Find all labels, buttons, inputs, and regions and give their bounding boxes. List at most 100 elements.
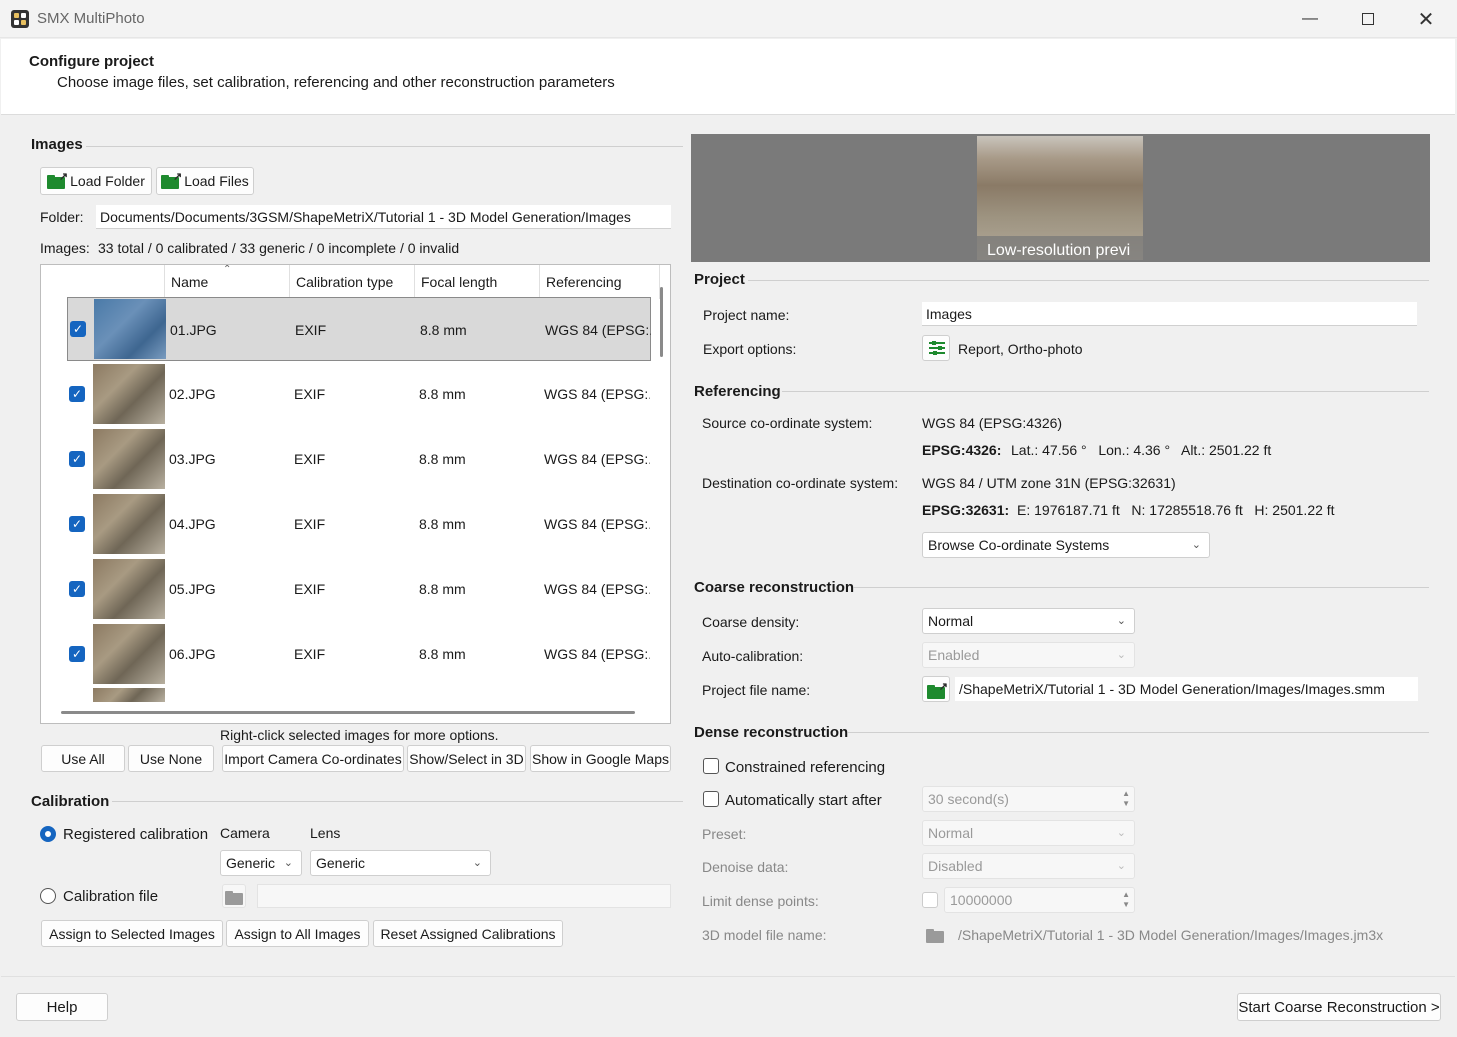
column-header-select[interactable] [41, 265, 165, 299]
calibration-file-browse-button[interactable] [222, 884, 246, 908]
vertical-scrollbar[interactable] [660, 287, 663, 357]
constrained-referencing-label: Constrained referencing [725, 759, 886, 776]
lens-select[interactable]: Generic ⌄ [310, 850, 491, 876]
project-section-title: Project [694, 271, 745, 288]
images-count-label: Images: [40, 240, 90, 256]
show-google-maps-button[interactable]: Show in Google Maps [530, 745, 671, 772]
source-coordinates: Lat.: 47.56 ° Lon.: 4.36 ° Alt.: 2501.22… [1011, 442, 1272, 458]
preset-label: Preset: [702, 826, 747, 842]
calibration-file-radio[interactable] [40, 888, 56, 904]
horizontal-scrollbar[interactable] [61, 711, 635, 714]
table-row[interactable]: ✓ 04.JPG EXIF 8.8 mm WGS 84 (EPSG:... [67, 492, 651, 556]
row-focal: 8.8 mm [419, 386, 466, 402]
sliders-icon [929, 341, 945, 355]
image-thumbnail [93, 688, 165, 702]
folder-label: Folder: [40, 209, 84, 225]
project-file-name-field[interactable]: /ShapeMetriX/Tutorial 1 - 3D Model Gener… [955, 677, 1418, 701]
calibration-file-label: Calibration file [63, 888, 159, 905]
load-files-button[interactable]: ↗ Load Files [156, 167, 254, 195]
start-coarse-reconstruction-button[interactable]: Start Coarse Reconstruction > [1237, 993, 1441, 1021]
folder-path-field[interactable]: Documents/Documents/3GSM/ShapeMetriX/Tut… [96, 205, 671, 229]
load-folder-button[interactable]: ↗ Load Folder [40, 167, 152, 195]
chevron-down-icon: ⌄ [1116, 615, 1126, 627]
reset-calibrations-button[interactable]: Reset Assigned Calibrations [373, 920, 563, 947]
table-row[interactable]: ✓ 02.JPG EXIF 8.8 mm WGS 84 (EPSG:... [67, 362, 651, 426]
table-row[interactable]: ✓ 06.JPG EXIF 8.8 mm WGS 84 (EPSG:... [67, 622, 651, 686]
preset-select[interactable]: Normal ⌄ [922, 820, 1135, 846]
column-header-name[interactable]: Name ⌃ [165, 265, 290, 299]
coarse-section-title: Coarse reconstruction [694, 579, 855, 596]
row-checkbox[interactable]: ✓ [69, 646, 85, 662]
import-camera-coordinates-button[interactable]: Import Camera Co-ordinates [222, 745, 404, 772]
referencing-section-title: Referencing [694, 383, 781, 400]
auto-start-label: Automatically start after [725, 792, 882, 809]
chevron-down-icon: ⌄ [1116, 827, 1126, 839]
dense-section-title: Dense reconstruction [694, 724, 849, 741]
column-header-referencing[interactable]: Referencing [540, 265, 660, 299]
row-name: 03.JPG [169, 451, 216, 467]
use-all-button[interactable]: Use All [41, 745, 125, 772]
folder-open-icon: ↗ [927, 681, 948, 699]
show-select-3d-button[interactable]: Show/Select in 3D [407, 745, 526, 772]
auto-start-delay-spinner[interactable]: 30 second(s) ▲ ▼ [922, 786, 1135, 812]
images-section-title: Images [31, 136, 83, 153]
row-name: 04.JPG [169, 516, 216, 532]
model-file-browse-button[interactable] [922, 921, 950, 947]
spinner-arrows-icon: ▲ ▼ [1122, 789, 1130, 808]
image-thumbnail [93, 429, 165, 489]
limit-dense-points-spinner[interactable]: 10000000 ▲ ▼ [944, 887, 1135, 913]
column-header-focal[interactable]: Focal length [415, 265, 540, 299]
column-header-calibration[interactable]: Calibration type [290, 265, 415, 299]
lens-label: Lens [310, 825, 341, 841]
row-calibration: EXIF [294, 646, 326, 662]
project-file-browse-button[interactable]: ↗ [922, 676, 950, 702]
auto-start-checkbox[interactable] [703, 791, 719, 807]
project-name-field[interactable]: Images [922, 302, 1417, 326]
row-focal: 8.8 mm [420, 322, 467, 338]
coarse-density-select[interactable]: Normal ⌄ [922, 608, 1135, 634]
close-icon[interactable]: ✕ [1397, 0, 1455, 38]
row-checkbox[interactable]: ✓ [69, 451, 85, 467]
divider [848, 732, 1429, 733]
row-checkbox[interactable]: ✓ [69, 516, 85, 532]
export-options-label: Export options: [703, 341, 797, 357]
folder-open-icon: ↗ [47, 171, 68, 189]
minimize-icon[interactable]: — [1281, 0, 1339, 38]
export-options-button[interactable] [922, 335, 950, 361]
auto-calibration-select[interactable]: Enabled ⌄ [922, 642, 1135, 668]
camera-select[interactable]: Generic ⌄ [220, 850, 302, 876]
registered-calibration-label: Registered calibration [63, 826, 209, 843]
chevron-down-icon: ⌄ [472, 857, 482, 869]
denoise-select[interactable]: Disabled ⌄ [922, 853, 1135, 879]
divider [853, 587, 1429, 588]
browse-coordinate-systems-select[interactable]: Browse Co-ordinate Systems ⌄ [922, 532, 1210, 558]
help-button[interactable]: Help [16, 993, 108, 1021]
registered-calibration-radio[interactable] [40, 826, 56, 842]
window-title: SMX MultiPhoto [37, 10, 145, 27]
row-checkbox[interactable]: ✓ [69, 581, 85, 597]
preview-panel: Low-resolution previ [691, 134, 1430, 262]
divider [86, 146, 683, 147]
row-referencing: WGS 84 (EPSG:... [544, 646, 650, 662]
row-checkbox[interactable]: ✓ [69, 386, 85, 402]
row-checkbox[interactable]: ✓ [70, 321, 86, 337]
table-row[interactable]: ✓ 01.JPG EXIF 8.8 mm WGS 84 (EPSG:... [67, 297, 651, 361]
limit-dense-points-checkbox[interactable] [922, 892, 938, 908]
divider [112, 801, 683, 802]
row-focal: 8.8 mm [419, 451, 466, 467]
assign-all-button[interactable]: Assign to All Images [226, 920, 369, 947]
row-name: 05.JPG [169, 581, 216, 597]
table-row[interactable]: ✓ 05.JPG EXIF 8.8 mm WGS 84 (EPSG:... [67, 557, 651, 621]
export-options-value: Report, Ortho-photo [958, 341, 1083, 357]
use-none-button[interactable]: Use None [128, 745, 214, 772]
assign-selected-button[interactable]: Assign to Selected Images [41, 920, 223, 947]
constrained-referencing-checkbox[interactable] [703, 758, 719, 774]
maximize-icon[interactable] [1339, 0, 1397, 38]
images-table[interactable]: Name ⌃ Calibration type Focal length Refe… [40, 264, 671, 724]
auto-calibration-label: Auto-calibration: [702, 648, 804, 664]
row-name: 06.JPG [169, 646, 216, 662]
chevron-down-icon: ⌄ [1116, 649, 1126, 661]
row-calibration: EXIF [294, 581, 326, 597]
row-referencing: WGS 84 (EPSG:... [544, 386, 650, 402]
table-row[interactable]: ✓ 03.JPG EXIF 8.8 mm WGS 84 (EPSG:... [67, 427, 651, 491]
